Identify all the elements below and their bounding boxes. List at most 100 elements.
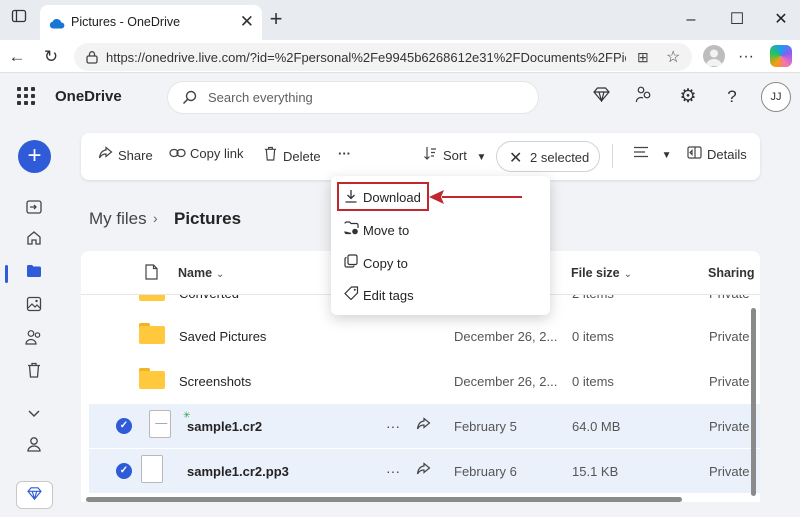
browser-tab-strip: Pictures - OneDrive ✕ + – ☐ ✕ (0, 0, 800, 40)
menu-item-download[interactable]: Download (337, 182, 429, 211)
search-box[interactable]: Search everything (168, 82, 538, 113)
row-share-icon[interactable] (413, 416, 433, 436)
url-text[interactable]: https://onedrive.live.com/?id=%2Fpersona… (106, 50, 626, 65)
premium-diamond-icon[interactable] (589, 85, 613, 109)
refresh-button[interactable]: ↻ (39, 45, 63, 69)
shared-people-icon[interactable] (22, 329, 46, 353)
clear-selection-button[interactable]: ✕ 2 selected (496, 141, 600, 172)
delete-button[interactable]: Delete (261, 146, 321, 166)
table-row[interactable]: Saved Pictures December 26, 2... 0 items… (81, 314, 760, 358)
folder-icon (139, 323, 165, 344)
home-icon[interactable] (22, 230, 46, 254)
share-button[interactable]: Share (96, 146, 153, 166)
column-header-sharing[interactable]: Sharing (708, 266, 755, 280)
copy-link-button[interactable]: Copy link (168, 146, 243, 166)
details-label: Details (707, 147, 747, 162)
file-type-header-icon (145, 264, 158, 285)
details-pane-icon (685, 146, 703, 162)
row-checkbox-checked-icon[interactable]: ✓ (116, 463, 132, 479)
trash-icon (261, 146, 279, 164)
view-chevron-down-icon: ▼ (661, 150, 672, 161)
photos-icon[interactable] (22, 296, 46, 320)
expand-chevron-down-icon[interactable] (22, 403, 46, 427)
address-bar-row: ← ↻ https://onedrive.live.com/?id=%2Fper… (0, 40, 800, 73)
favorite-star-icon[interactable]: ☆ (666, 47, 680, 67)
search-placeholder[interactable]: Search everything (208, 90, 313, 105)
close-window-button[interactable]: ✕ (766, 7, 796, 33)
copy-icon (342, 254, 360, 271)
close-icon: ✕ (509, 150, 523, 167)
column-name-label: Name (178, 266, 213, 280)
link-icon (168, 146, 186, 161)
download-icon (342, 189, 360, 206)
table-row[interactable]: ✓ sample1.cr2.pp3 ··· February 6 15.1 KB… (89, 449, 760, 493)
menu-item-label: Edit tags (363, 288, 414, 303)
menu-item-copy-to[interactable]: Copy to (337, 248, 544, 278)
copy-link-label: Copy link (190, 146, 244, 161)
delete-label: Delete (283, 149, 321, 164)
tab-title: Pictures - OneDrive (71, 15, 181, 29)
menu-item-edit-tags[interactable]: Edit tags (337, 280, 544, 310)
sort-label: Sort (443, 148, 467, 163)
account-person-icon[interactable] (22, 436, 46, 460)
generic-file-icon (141, 455, 163, 483)
column-header-name[interactable]: Name⌄ (178, 266, 224, 280)
row-more-actions-icon[interactable]: ··· (383, 461, 403, 481)
site-info-icon[interactable] (85, 50, 99, 69)
folder-icon (139, 368, 165, 389)
row-more-actions-icon[interactable]: ··· (383, 416, 403, 436)
table-row[interactable]: Screenshots December 26, 2... 0 items Pr… (81, 359, 760, 403)
premium-button[interactable] (16, 481, 53, 509)
file-name[interactable]: sample1.cr2.pp3 (187, 464, 289, 479)
sort-button[interactable]: Sort ▼ (421, 146, 486, 166)
onedrive-header: OneDrive Search everything ⚙ ? JJ (0, 74, 800, 120)
search-icon (182, 90, 197, 110)
column-size-label: File size (571, 266, 620, 280)
app-launcher-icon[interactable] (17, 87, 35, 105)
sharing-status: Private (709, 329, 750, 344)
maximize-button[interactable]: ☐ (722, 7, 752, 33)
breadcrumb-my-files[interactable]: My files (89, 209, 147, 229)
more-actions-button[interactable]: ··· (338, 146, 351, 166)
settings-gear-icon[interactable]: ⚙ (676, 85, 700, 109)
my-files-folder-icon[interactable] (22, 262, 46, 286)
details-button[interactable]: Details (685, 146, 747, 166)
menu-item-move-to[interactable]: Move to (337, 215, 544, 245)
recycle-bin-icon[interactable] (22, 362, 46, 386)
list-view-icon (632, 146, 650, 161)
file-name[interactable]: Saved Pictures (179, 329, 266, 344)
tab-actions-icon[interactable] (4, 7, 34, 33)
vertical-scrollbar[interactable] (751, 308, 756, 496)
name-sort-chevron-icon: ⌄ (216, 269, 225, 280)
horizontal-scrollbar[interactable] (86, 497, 682, 502)
create-new-button[interactable]: + (18, 140, 51, 173)
modified-date: February 5 (454, 419, 517, 434)
address-bar[interactable]: https://onedrive.live.com/?id=%2Fpersona… (74, 43, 692, 71)
back-button[interactable]: ← (5, 45, 29, 69)
minimize-button[interactable]: – (676, 7, 706, 33)
copilot-icon[interactable] (770, 45, 792, 67)
user-avatar[interactable]: JJ (761, 82, 791, 112)
file-name[interactable]: Screenshots (179, 374, 251, 389)
browser-tab[interactable]: Pictures - OneDrive ✕ (40, 5, 262, 40)
menu-item-label: Download (363, 190, 421, 205)
row-share-icon[interactable] (413, 461, 433, 481)
file-name[interactable]: sample1.cr2 (187, 419, 262, 434)
table-row[interactable]: ✓ ✳ sample1.cr2 ··· February 5 64.0 MB P… (89, 404, 760, 448)
share-label: Share (118, 148, 153, 163)
view-options-button[interactable]: ▼ (632, 146, 672, 166)
new-tab-button[interactable]: + (264, 8, 288, 32)
share-people-icon[interactable] (632, 85, 656, 109)
browser-menu-icon[interactable]: ··· (734, 45, 758, 69)
help-icon[interactable]: ? (720, 85, 744, 109)
app-name[interactable]: OneDrive (55, 88, 122, 105)
import-icon[interactable] (22, 198, 46, 222)
row-checkbox-checked-icon[interactable]: ✓ (116, 418, 132, 434)
tab-close-icon[interactable]: ✕ (240, 12, 254, 32)
column-header-file-size[interactable]: File size⌄ (571, 266, 632, 280)
browser-profile-avatar[interactable] (703, 45, 725, 67)
app-available-icon[interactable]: ⊞ (637, 49, 649, 66)
tag-icon (342, 286, 360, 303)
divider (612, 144, 613, 168)
file-size: 15.1 KB (572, 464, 619, 479)
